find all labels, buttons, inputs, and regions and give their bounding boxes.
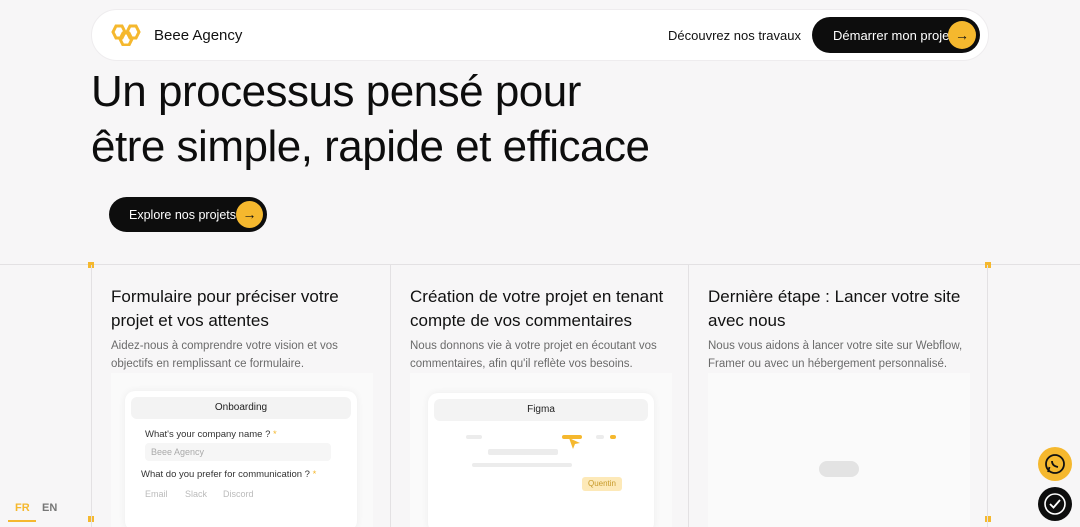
launch-mockup bbox=[708, 373, 970, 527]
figma-line bbox=[610, 435, 616, 439]
explore-projects-button[interactable]: Explore nos projets → bbox=[109, 197, 267, 232]
step-description: Aidez-nous à comprendre votre vision et … bbox=[111, 340, 338, 370]
option-email: Email bbox=[145, 489, 168, 499]
step-description: Nous donnons vie à votre projet en écout… bbox=[410, 340, 657, 370]
figma-header: Figma bbox=[434, 399, 648, 421]
start-project-button[interactable]: Démarrer mon projet → bbox=[812, 17, 980, 53]
step-description: Nous vous aidons à lancer votre site sur… bbox=[708, 340, 963, 370]
honeycomb-logo-icon[interactable] bbox=[110, 24, 146, 46]
figma-line bbox=[466, 435, 482, 439]
lang-active-indicator bbox=[8, 520, 36, 522]
company-question: What's your company name ? * bbox=[145, 429, 277, 440]
onboarding-mockup: Onboarding What's your company name ? * … bbox=[111, 373, 373, 527]
figma-line bbox=[596, 435, 604, 439]
communication-question-text: What do you prefer for communication ? bbox=[141, 469, 310, 480]
explore-projects-label: Explore nos projets bbox=[129, 208, 237, 222]
start-project-label: Démarrer mon projet bbox=[833, 28, 953, 43]
whatsapp-button[interactable] bbox=[1038, 447, 1072, 481]
option-discord: Discord bbox=[223, 489, 254, 499]
required-star: * bbox=[273, 429, 277, 440]
step-card-form: Formulaire pour préciser votre projet et… bbox=[91, 265, 390, 527]
onboarding-header: Onboarding bbox=[131, 397, 351, 419]
top-nav: Beee Agency Découvrez nos travaux Démarr… bbox=[91, 9, 989, 61]
company-answer: Beee Agency bbox=[145, 443, 331, 461]
option-slack: Slack bbox=[185, 489, 208, 499]
step-title: Formulaire pour préciser votre projet et… bbox=[111, 287, 339, 330]
communication-question: What do you prefer for communication ? * bbox=[141, 469, 316, 480]
cookie-button[interactable] bbox=[1038, 487, 1072, 521]
whatsapp-icon bbox=[1045, 454, 1065, 474]
comment-tag: Quentin bbox=[582, 477, 622, 491]
company-question-text: What's your company name ? bbox=[145, 429, 271, 440]
figma-line bbox=[472, 463, 572, 467]
figma-card: Figma Quentin bbox=[428, 393, 654, 527]
arrow-right-icon: → bbox=[948, 21, 976, 49]
lang-en[interactable]: EN bbox=[42, 502, 57, 514]
step-title: Création de votre projet en tenant compt… bbox=[410, 287, 664, 330]
arrow-right-icon: → bbox=[236, 201, 263, 228]
brand-name[interactable]: Beee Agency bbox=[154, 27, 242, 44]
figma-line bbox=[488, 449, 558, 455]
lang-fr[interactable]: FR bbox=[15, 502, 30, 514]
required-star: * bbox=[312, 469, 317, 480]
onboarding-card: Onboarding What's your company name ? * … bbox=[125, 391, 357, 527]
launch-pill bbox=[819, 461, 859, 477]
step-card-launch: Dernière étape : Lancer votre site avec … bbox=[688, 265, 988, 527]
process-steps: Formulaire pour préciser votre projet et… bbox=[0, 262, 1080, 527]
step-title: Dernière étape : Lancer votre site avec … bbox=[708, 287, 961, 330]
cursor-icon bbox=[569, 438, 580, 449]
step-card-creation: Création de votre projet en tenant compt… bbox=[390, 265, 688, 527]
cookie-icon bbox=[1044, 493, 1066, 515]
figma-mockup: Figma Quentin bbox=[410, 373, 672, 527]
works-link[interactable]: Découvrez nos travaux bbox=[668, 28, 801, 43]
